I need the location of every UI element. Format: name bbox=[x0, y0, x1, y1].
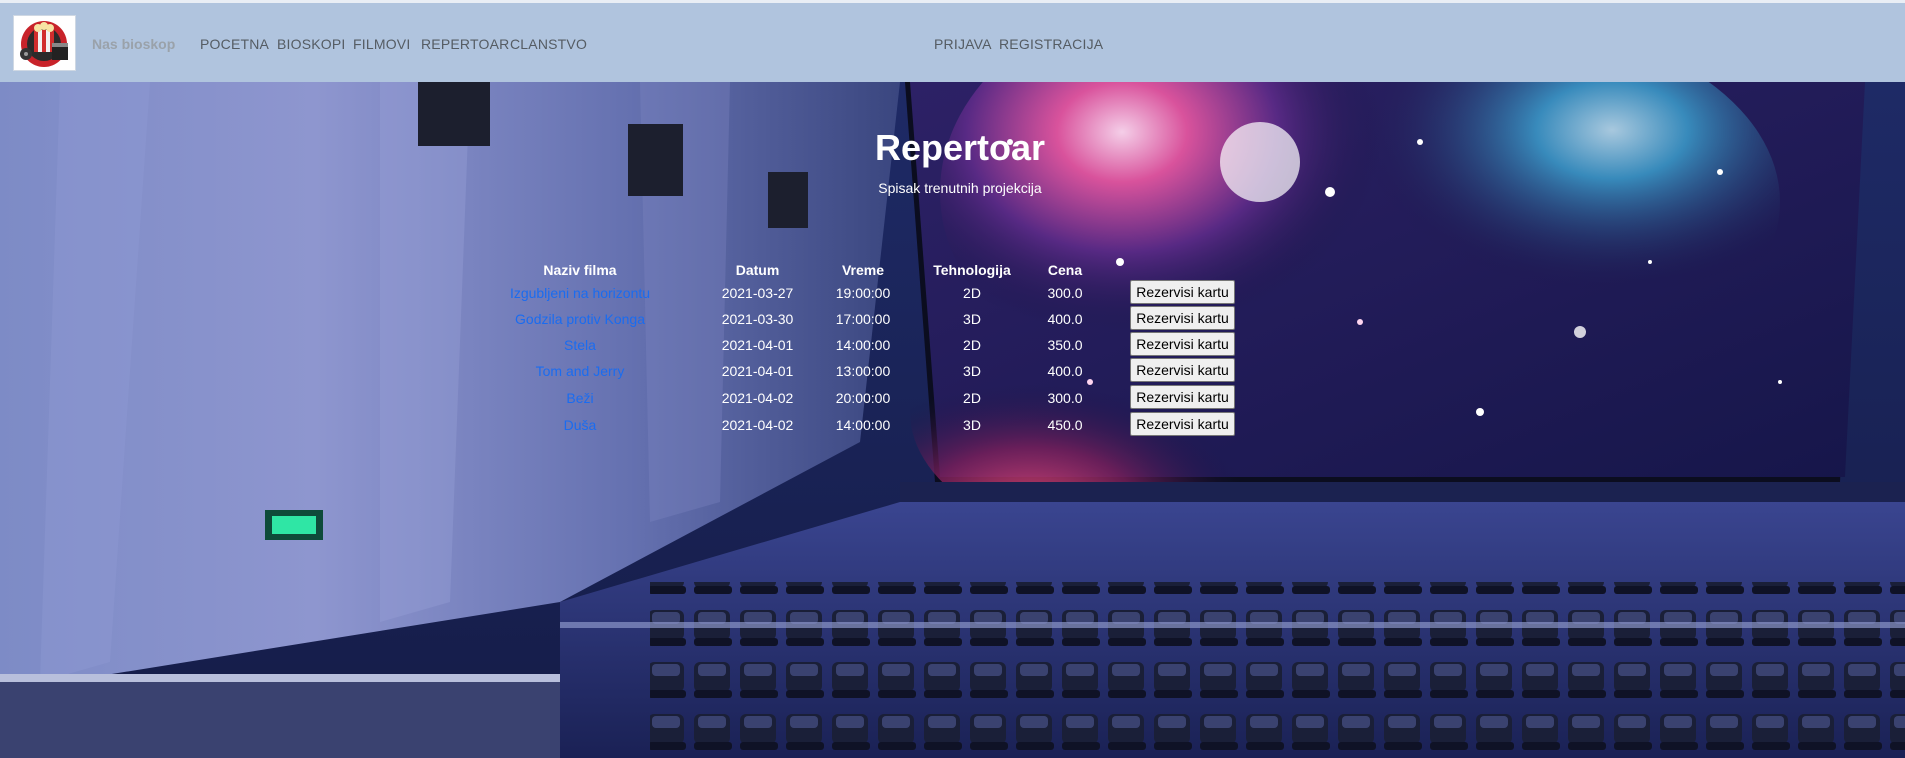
page-title: Repertoar bbox=[874, 127, 1046, 168]
reserve-ticket-button[interactable]: Rezervisi kartu bbox=[1130, 358, 1235, 382]
nav-link-pocetna[interactable]: POCETNA bbox=[200, 36, 269, 52]
reserve-ticket-button[interactable]: Rezervisi kartu bbox=[1130, 332, 1235, 356]
movie-link[interactable]: Godzila protiv Konga bbox=[490, 311, 670, 327]
price-cell: 300.0 bbox=[1047, 285, 1083, 301]
price-cell: 350.0 bbox=[1047, 337, 1083, 353]
reserve-ticket-button[interactable]: Rezervisi kartu bbox=[1130, 280, 1235, 304]
time-cell: 19:00:00 bbox=[835, 285, 891, 301]
movie-link[interactable]: Stela bbox=[490, 337, 670, 353]
page-subtitle: Spisak trenutnih projekcija bbox=[878, 180, 1042, 196]
date-cell: 2021-04-01 bbox=[721, 337, 794, 353]
nav-link-filmovi[interactable]: FILMOVI bbox=[353, 36, 410, 52]
price-cell: 450.0 bbox=[1047, 417, 1083, 433]
reserve-ticket-button[interactable]: Rezervisi kartu bbox=[1130, 412, 1235, 436]
nav-link-bioskopi[interactable]: BIOSKOPI bbox=[277, 36, 346, 52]
technology-cell: 3D bbox=[963, 417, 981, 433]
cinema-logo-icon bbox=[20, 21, 68, 67]
reserve-ticket-button[interactable]: Rezervisi kartu bbox=[1130, 385, 1235, 409]
movie-link[interactable]: Beži bbox=[490, 390, 670, 406]
logo[interactable] bbox=[13, 15, 76, 71]
nav-link-registracija[interactable]: REGISTRACIJA bbox=[999, 36, 1103, 52]
movie-link[interactable]: Tom and Jerry bbox=[490, 363, 670, 379]
column-header-naziv: Naziv filma bbox=[543, 262, 617, 278]
column-header-cena: Cena bbox=[1047, 262, 1083, 278]
column-header-vreme: Vreme bbox=[841, 262, 885, 278]
column-header-datum: Datum bbox=[735, 262, 780, 278]
price-cell: 300.0 bbox=[1047, 390, 1083, 406]
date-cell: 2021-04-02 bbox=[721, 390, 794, 406]
navbar: Nas bioskop POCETNA BIOSKOPI FILMOVI REP… bbox=[0, 0, 1905, 82]
time-cell: 13:00:00 bbox=[835, 363, 891, 379]
nav-link-prijava[interactable]: PRIJAVA bbox=[934, 36, 992, 52]
price-cell: 400.0 bbox=[1047, 311, 1083, 327]
time-cell: 14:00:00 bbox=[835, 417, 891, 433]
technology-cell: 2D bbox=[963, 390, 981, 406]
column-header-tehnologija: Tehnologija bbox=[933, 262, 1011, 278]
technology-cell: 2D bbox=[963, 285, 981, 301]
date-cell: 2021-04-02 bbox=[721, 417, 794, 433]
brand-name[interactable]: Nas bioskop bbox=[92, 36, 175, 52]
time-cell: 14:00:00 bbox=[835, 337, 891, 353]
nav-link-clanstvo[interactable]: CLANSTVO bbox=[510, 36, 587, 52]
time-cell: 20:00:00 bbox=[835, 390, 891, 406]
time-cell: 17:00:00 bbox=[835, 311, 891, 327]
movie-link[interactable]: Duša bbox=[490, 417, 670, 433]
technology-cell: 3D bbox=[963, 311, 981, 327]
reserve-ticket-button[interactable]: Rezervisi kartu bbox=[1130, 306, 1235, 330]
price-cell: 400.0 bbox=[1047, 363, 1083, 379]
date-cell: 2021-04-01 bbox=[721, 363, 794, 379]
date-cell: 2021-03-27 bbox=[721, 285, 794, 301]
page: Nas bioskop POCETNA BIOSKOPI FILMOVI REP… bbox=[0, 0, 1905, 758]
technology-cell: 2D bbox=[963, 337, 981, 353]
movie-link[interactable]: Izgubljeni na horizontu bbox=[490, 285, 670, 301]
technology-cell: 3D bbox=[963, 363, 981, 379]
date-cell: 2021-03-30 bbox=[721, 311, 794, 327]
nav-link-repertoar[interactable]: REPERTOAR bbox=[421, 36, 509, 52]
